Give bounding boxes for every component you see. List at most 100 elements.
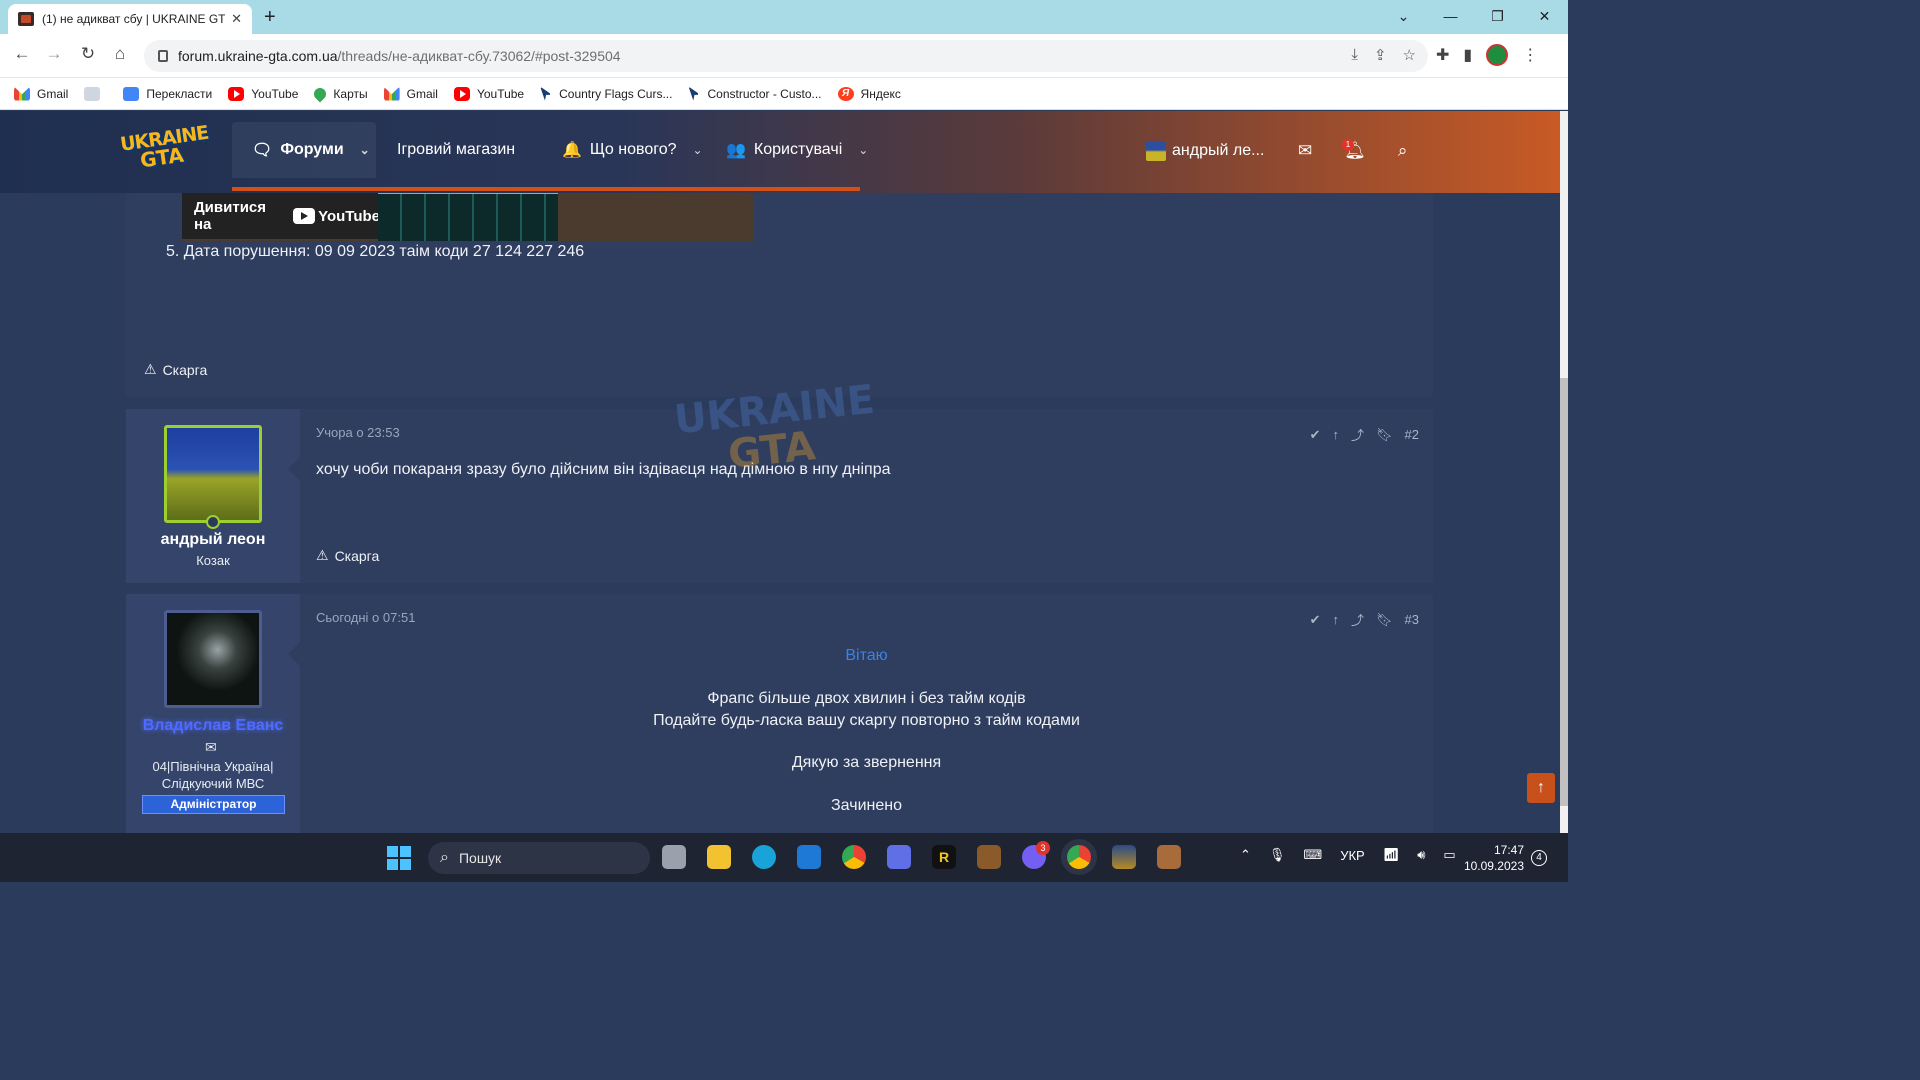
bookmark-constructor[interactable]: Constructor - Custo... bbox=[688, 86, 822, 101]
user-title: Козак bbox=[196, 553, 230, 568]
share-icon[interactable]: ⤴ bbox=[1351, 610, 1364, 629]
bookmark-gmail[interactable]: Gmail bbox=[14, 86, 68, 101]
menu-kebab-icon[interactable]: ⋮ bbox=[1522, 45, 1538, 65]
chevron-down-icon[interactable]: ⌄ bbox=[693, 143, 703, 157]
site-logo[interactable]: UKRAINE GTA bbox=[119, 122, 210, 176]
profile-avatar[interactable] bbox=[1486, 44, 1509, 66]
extensions-puzzle-icon[interactable]: ✚ bbox=[1436, 45, 1449, 65]
youtube-logo-icon: YouTube bbox=[293, 208, 380, 225]
post-number[interactable]: #2 bbox=[1405, 427, 1419, 442]
microphone-icon[interactable]: 🎙︎ bbox=[1269, 847, 1286, 863]
photo-app-icon[interactable] bbox=[1157, 845, 1181, 869]
chrome-active-icon[interactable] bbox=[1067, 845, 1091, 869]
file-explorer-icon[interactable] bbox=[707, 845, 731, 869]
notifications-badge[interactable]: 4 bbox=[1531, 850, 1547, 866]
scrollbar-thumb[interactable] bbox=[1560, 378, 1568, 806]
browser-tab[interactable]: (1) не адикват сбу | UKRAINE GT ✕ bbox=[8, 4, 252, 34]
start-button[interactable] bbox=[387, 846, 411, 870]
report-link[interactable]: ⚠ Скарга bbox=[144, 361, 207, 378]
user-title-line1: 04|Північна Україна| bbox=[152, 759, 274, 774]
new-tab-button[interactable]: + bbox=[264, 6, 276, 29]
post-number[interactable]: #3 bbox=[1405, 612, 1419, 627]
battery-icon[interactable]: ▭ bbox=[1443, 847, 1455, 863]
tab-search-icon[interactable]: ⌄ bbox=[1380, 0, 1427, 34]
scroll-to-top-button[interactable]: ↑ bbox=[1527, 773, 1555, 803]
bookmark-folder[interactable] bbox=[84, 86, 107, 101]
avatar[interactable] bbox=[164, 425, 262, 523]
back-icon[interactable]: ← bbox=[10, 44, 34, 64]
nav-whats-new[interactable]: 🔔 Що нового? ⌄ bbox=[562, 122, 703, 178]
post-author-sidebar: Владислав Еванс ✉ 04|Північна Україна| С… bbox=[126, 594, 300, 833]
warning-icon: ⚠ bbox=[144, 361, 157, 377]
bookmark-maps[interactable]: Карты bbox=[311, 85, 368, 102]
author-name[interactable]: андрый леон bbox=[126, 531, 300, 549]
avatar[interactable] bbox=[164, 610, 262, 708]
install-app-icon[interactable]: ⤓ bbox=[1351, 46, 1358, 64]
keyboard-icon[interactable]: ⌨ bbox=[1303, 847, 1322, 863]
system-tray: ⌃ 🎙︎ ⌨ УКР 📶︎ 🔊︎ ▭ bbox=[1240, 847, 1456, 863]
clock[interactable]: 17:47 10.09.2023 bbox=[1462, 842, 1524, 874]
home-icon[interactable]: ⌂ bbox=[108, 44, 132, 64]
rockstar-launcher-icon[interactable]: R bbox=[932, 845, 956, 869]
bookmark-star-icon[interactable]: ☆ bbox=[1403, 46, 1416, 64]
cursor-icon bbox=[540, 86, 552, 101]
nav-shop[interactable]: Ігровий магазин bbox=[397, 122, 515, 178]
chrome-icon[interactable] bbox=[842, 845, 866, 869]
nav-users[interactable]: 👥 Користувачі ⌄ bbox=[726, 122, 868, 178]
wifi-icon[interactable]: 📶︎ bbox=[1383, 847, 1400, 863]
close-window-button[interactable]: ✕ bbox=[1521, 0, 1568, 34]
nav-active-underline bbox=[232, 187, 860, 191]
address-bar[interactable]: forum.ukraine-gta.com.ua /threads/не-ади… bbox=[144, 40, 1428, 72]
post-line-2: Подайте будь-ласка вашу скаргу повторно … bbox=[653, 712, 1080, 729]
mail-icon[interactable] bbox=[797, 845, 821, 869]
search-icon[interactable]: ⌕ bbox=[1398, 141, 1408, 161]
youtube-icon bbox=[453, 86, 470, 101]
window-controls: ⌄ — ❐ ✕ bbox=[1380, 0, 1568, 34]
url-path: /threads/не-адикват-сбу.73062/#post-3295… bbox=[337, 48, 621, 64]
chevron-down-icon[interactable]: ⌄ bbox=[858, 143, 868, 157]
share-icon[interactable]: ⇪ bbox=[1374, 46, 1387, 64]
chevron-down-icon[interactable]: ⌄ bbox=[360, 143, 370, 157]
share-icon[interactable]: ⤴ bbox=[1351, 425, 1364, 444]
chevron-up-icon[interactable]: ⌃ bbox=[1240, 847, 1251, 863]
taskbar-search[interactable]: ⌕ Пошук bbox=[428, 842, 650, 874]
check-icon[interactable]: ✔ bbox=[1310, 612, 1321, 628]
side-panel-icon[interactable]: ▮ bbox=[1463, 45, 1472, 65]
upvote-icon[interactable]: ↑ bbox=[1333, 427, 1340, 442]
video-embed[interactable]: Дивитися на YouTube bbox=[182, 193, 754, 241]
bookmark-yandex[interactable]: Я Яндекс bbox=[837, 86, 901, 101]
bookmark-translate[interactable]: Перекласти bbox=[123, 86, 212, 101]
bookmark-country-flags[interactable]: Country Flags Curs... bbox=[540, 86, 672, 101]
browser-toolbar: ← → ↻ ⌂ forum.ukraine-gta.com.ua /thread… bbox=[0, 34, 1568, 78]
minimize-button[interactable]: — bbox=[1427, 0, 1474, 34]
watch-on-youtube[interactable]: Дивитися на YouTube bbox=[182, 193, 380, 239]
task-view-icon[interactable] bbox=[662, 845, 686, 869]
edge-icon[interactable] bbox=[752, 845, 776, 869]
lock-icon[interactable] bbox=[158, 50, 168, 62]
bookmark-icon[interactable]: 🔖︎ bbox=[1376, 612, 1393, 628]
volume-icon[interactable]: 🔊︎ bbox=[1417, 847, 1425, 863]
reload-icon[interactable]: ↻ bbox=[76, 44, 100, 64]
author-name[interactable]: Владислав Еванс bbox=[126, 717, 300, 735]
upvote-icon[interactable]: ↑ bbox=[1333, 612, 1340, 627]
report-link[interactable]: ⚠ Скарга bbox=[316, 547, 379, 564]
copilot-icon[interactable] bbox=[887, 845, 911, 869]
bell-icon: 🔔 bbox=[562, 142, 582, 159]
nav-forums[interactable]: 🗨 Форуми ⌄ bbox=[232, 122, 376, 178]
check-icon[interactable]: ✔ bbox=[1310, 427, 1321, 443]
message-icon[interactable]: ✉ bbox=[205, 739, 217, 756]
restore-button[interactable]: ❐ bbox=[1474, 0, 1521, 34]
bookmark-youtube[interactable]: YouTube bbox=[228, 86, 298, 101]
forward-icon[interactable]: → bbox=[42, 44, 66, 64]
bookmark-gmail-2[interactable]: Gmail bbox=[383, 86, 438, 101]
inbox-icon[interactable]: ✉ bbox=[1298, 141, 1312, 161]
post-date[interactable]: Учора о 23:53 bbox=[316, 425, 400, 440]
gta-icon[interactable] bbox=[1112, 845, 1136, 869]
language-indicator[interactable]: УКР bbox=[1340, 848, 1365, 863]
close-tab-icon[interactable]: ✕ bbox=[231, 11, 242, 27]
bookmark-youtube-2[interactable]: YouTube bbox=[453, 86, 524, 101]
post-date[interactable]: Сьогодні о 07:51 bbox=[316, 610, 415, 625]
header-user-menu[interactable]: андрый ле... bbox=[1146, 141, 1264, 161]
bookmark-icon[interactable]: 🔖︎ bbox=[1376, 427, 1393, 443]
minecraft-icon[interactable] bbox=[977, 845, 1001, 869]
